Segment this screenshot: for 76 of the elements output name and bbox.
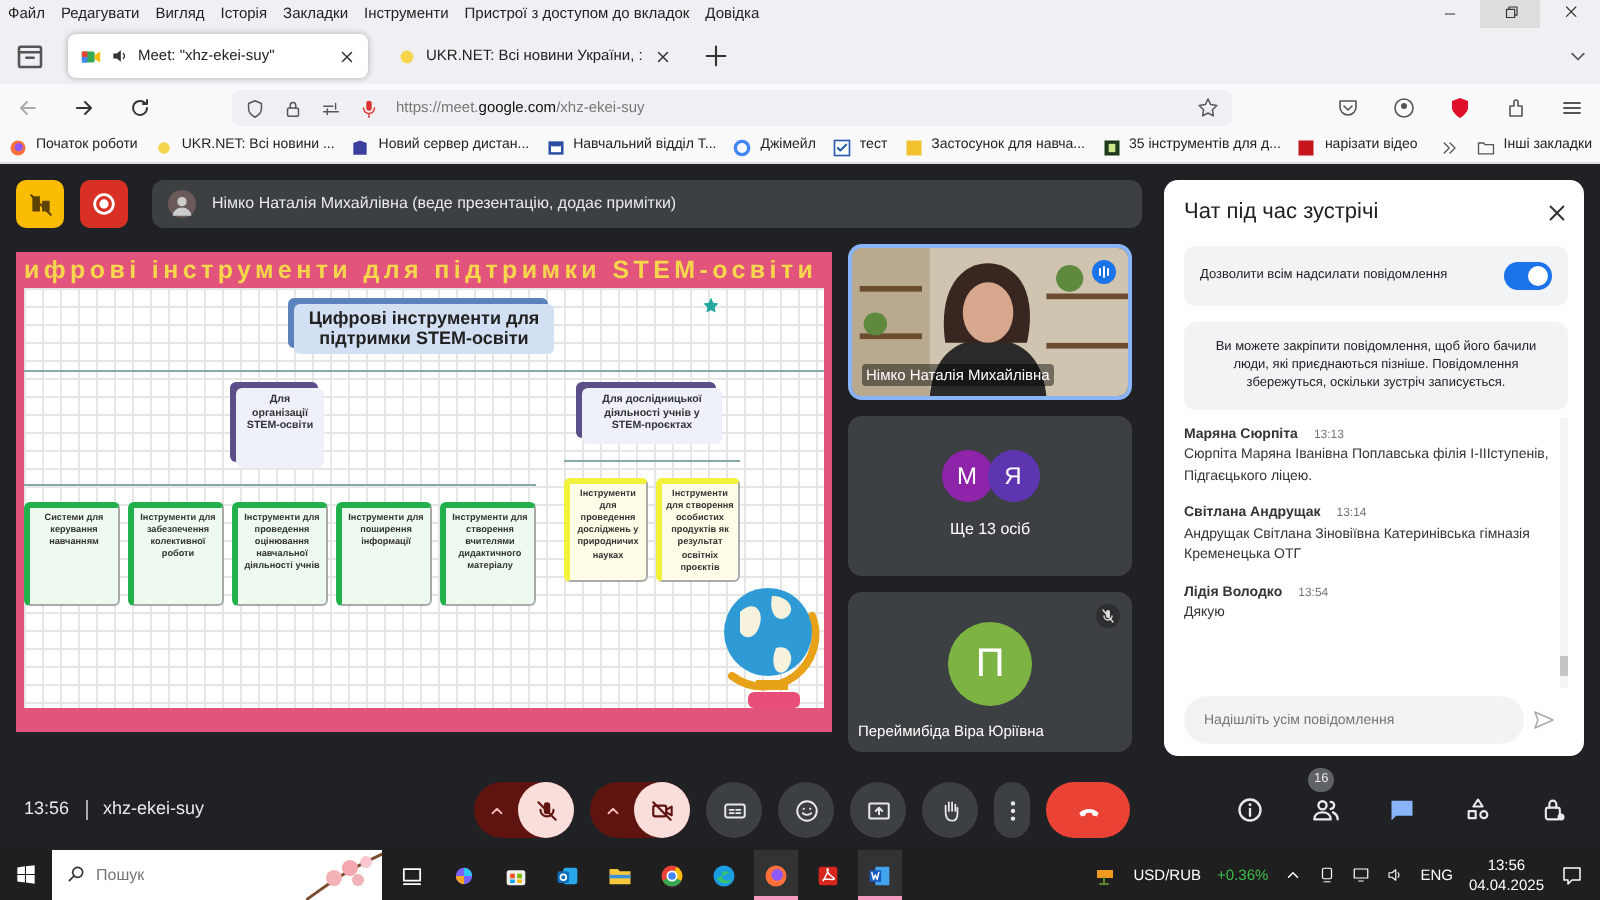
presenter-label: Німко Наталія Михайлівна (веде презентацію, додає примітки) [212, 192, 677, 216]
bookmark-favicon-icon [1101, 137, 1122, 157]
app-icon [866, 861, 894, 889]
avatar: Я [987, 450, 1039, 502]
raise-hand-button[interactable] [922, 782, 978, 838]
reactions-button[interactable] [778, 782, 834, 838]
close-icon[interactable] [1546, 201, 1568, 224]
bookmark-favicon-icon [350, 137, 371, 157]
captions-button[interactable] [706, 782, 762, 838]
network-icon[interactable] [1352, 866, 1371, 884]
chat-icon[interactable] [1388, 796, 1416, 824]
account-icon[interactable] [1392, 96, 1416, 120]
info-icon[interactable] [1236, 796, 1264, 824]
app-icon [710, 861, 738, 889]
microphone-icon[interactable] [358, 97, 380, 119]
camera-button[interactable] [634, 782, 690, 838]
lock-icon[interactable] [282, 97, 304, 119]
more-participants-label: Ще 13 осіб [949, 518, 1031, 542]
notifications-icon[interactable] [1560, 863, 1584, 887]
app-icon [814, 861, 842, 889]
star-decoration-icon [702, 296, 720, 314]
restore-icon[interactable] [1480, 0, 1540, 28]
slide-title: ифрові інструменти для підтримки STEM-освіти [24, 254, 820, 288]
folder-icon [1475, 137, 1496, 157]
host-lock-icon[interactable] [1540, 796, 1568, 824]
search-icon [66, 864, 86, 884]
microphone-button[interactable] [518, 782, 574, 838]
app-icon [762, 861, 790, 889]
bookmark-favicon-icon [545, 137, 566, 157]
bookmark-favicon-icon [903, 137, 924, 157]
avatar: П [948, 622, 1032, 706]
recording-button[interactable] [80, 180, 128, 228]
permissions-icon[interactable] [320, 97, 342, 119]
bookmark-favicon-icon [1296, 137, 1317, 157]
bookmark-favicon-icon [153, 137, 174, 157]
mic-off-icon [533, 797, 559, 823]
menu-icon[interactable] [1560, 96, 1584, 120]
present-screen-icon [865, 797, 891, 823]
taskbar-app-button[interactable] [858, 850, 902, 900]
reload-icon[interactable] [128, 96, 152, 120]
recording-icon [90, 190, 118, 218]
activities-icon[interactable] [1464, 796, 1492, 824]
webcam-icon[interactable] [1318, 866, 1337, 884]
people-icon[interactable] [1312, 796, 1340, 824]
emoji-icon [793, 797, 819, 823]
avatar-icon [168, 190, 196, 218]
tray-chevron-icon[interactable] [1284, 866, 1303, 884]
shield-icon[interactable] [244, 97, 266, 119]
chat-title: Чат під час зустрічі [1184, 198, 1381, 228]
close-icon[interactable] [654, 47, 672, 65]
bookmark-favicon-icon [8, 137, 28, 157]
bookmark-favicon-icon [831, 137, 852, 157]
speaker-icon[interactable] [110, 46, 130, 66]
taskbar-app-button[interactable] [754, 850, 798, 900]
app-icon [658, 861, 686, 889]
more-bookmarks-icon[interactable] [1439, 137, 1460, 157]
bookmark-star-icon[interactable] [1196, 96, 1220, 120]
forward-icon[interactable] [72, 96, 96, 120]
bookmark-favicon-icon [732, 137, 753, 157]
diagram-root-box: Цифрові інструменти для підтримки STEM-освіти [294, 304, 554, 354]
meeting-time: 13:56 [24, 796, 70, 823]
volume-icon[interactable] [1386, 866, 1405, 884]
more-options-button[interactable] [994, 782, 1030, 838]
sun-icon [396, 45, 418, 67]
toggle-switch[interactable] [1504, 261, 1552, 289]
camera-off-icon [649, 797, 675, 823]
avatar: М [941, 450, 993, 502]
host-controls-button[interactable] [16, 180, 64, 228]
new-tab-icon[interactable] [700, 40, 732, 72]
pocket-icon[interactable] [1336, 96, 1360, 120]
extensions-icon[interactable] [1504, 96, 1528, 120]
meeting-code: xhz-ekei-suy [103, 796, 205, 823]
leave-call-button[interactable] [1046, 782, 1130, 838]
present-button[interactable] [850, 782, 906, 838]
shield-extension-icon[interactable] [1448, 96, 1472, 120]
close-icon[interactable] [338, 47, 356, 65]
